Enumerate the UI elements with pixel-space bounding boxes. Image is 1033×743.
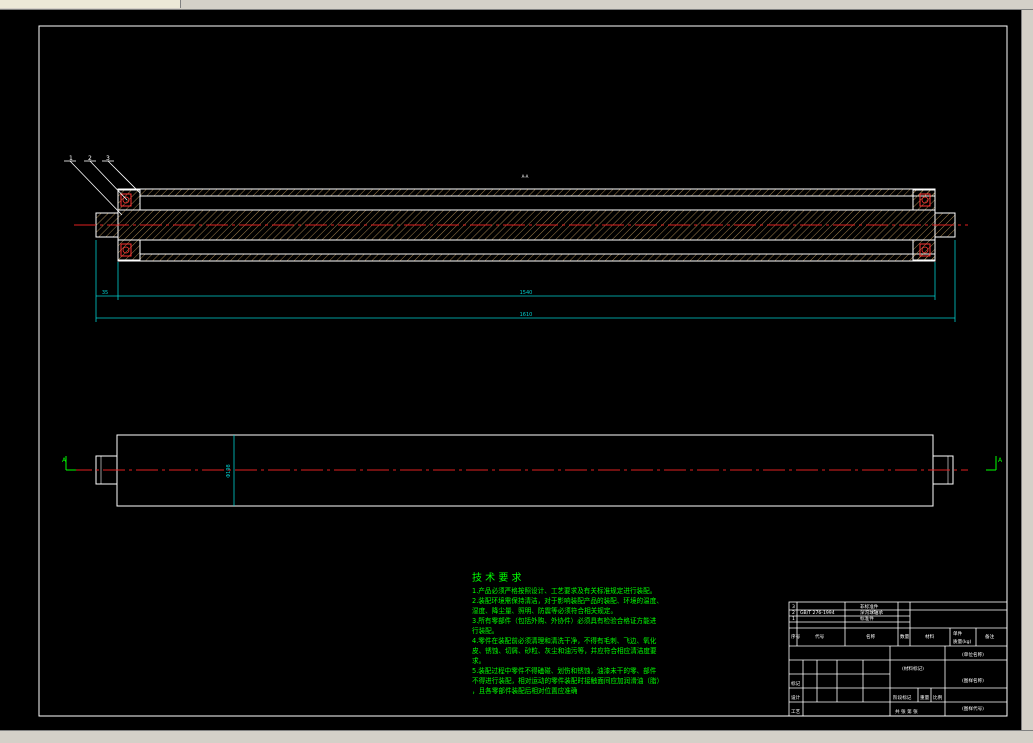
bearing-right-top — [912, 189, 936, 211]
tech-req-line: 1.产品必须严格按照设计、工艺要求及有关标准规定进行装配。 — [472, 586, 656, 595]
part-label-2: 2 — [88, 155, 92, 162]
tb-row-name: 非标准件 — [860, 603, 879, 610]
tb-header: 单件 — [953, 630, 963, 637]
dim-overall-length: 1610 — [520, 312, 533, 318]
tb-header: 名称 — [866, 633, 876, 640]
vertical-scrollbar[interactable] — [1021, 10, 1033, 730]
tech-req-line: 行装配。 — [472, 626, 498, 635]
tech-req-line: 不得进行装配，相对运动的零件装配时接触面间应加润滑油（脂） — [472, 676, 663, 685]
tb-row-name: 深沟球轴承 — [860, 609, 883, 616]
tech-req-lines: 1.产品必须严格按照设计、工艺要求及有关标准规定进行装配。 2.装配环境需保持清… — [472, 586, 663, 695]
dimension-lines — [95, 240, 956, 322]
tb-row-no: 3 — [792, 604, 795, 610]
tb-row-name: 标准件 — [860, 615, 874, 622]
part-label-1: 1 — [69, 155, 73, 162]
tb-row-code: GB/T 276-1994 — [800, 610, 835, 616]
shell-top-wall — [139, 188, 936, 197]
tech-req-line: 3.所有零部件（包括外购、外协件）必须具有检验合格证方能进 — [472, 616, 657, 625]
tb-label: 共 张 第 张 — [895, 708, 918, 715]
section-label: A-A — [522, 174, 529, 179]
tech-req-line: 2.装配环境需保持清洁，对于影响装配产品的装配、环境的温度、 — [472, 596, 663, 605]
tb-header: 材料 — [925, 633, 935, 640]
tb-header: 代号 — [815, 633, 825, 640]
tech-req-line: 湿度、降尘量、照明、防震等必须符合相关规定。 — [472, 606, 617, 615]
dim-inner-length: 1540 — [520, 290, 533, 296]
tb-label: 重量 — [920, 694, 930, 701]
dim-diameter: Φ198 — [226, 464, 232, 477]
tb-label: 设计 — [791, 694, 801, 701]
tech-req-line: ，且各零部件装配后相对位置应准确 — [472, 686, 578, 695]
tech-req-line: 4.零件在装配前必须清理和清洗干净，不得有毛刺、飞边、氧化 — [472, 636, 657, 645]
part-label-3: 3 — [106, 155, 110, 162]
tb-material: (材料标记) — [902, 665, 924, 672]
tech-req-line: 皮、锈蚀、切屑、砂粒、灰尘和油污等，并应符合相应清洁度要 — [472, 646, 657, 655]
cad-drawing: A-A 1 2 3 35 1540 1610 Φ198 A A 技 术 要 求 … — [38, 25, 1008, 717]
tb-header: 备注 — [985, 633, 995, 640]
title-block-text: 3 非标准件 2 GB/T 276-1994 深沟球轴承 1 标准件 序号 代号… — [791, 603, 995, 715]
section-mark-right: A — [998, 457, 1003, 464]
section-marks — [65, 456, 997, 471]
tb-label: 标记 — [791, 680, 801, 687]
tech-req-line: 5.装配过程中零件不得磕碰、划伤和锈蚀，油漆未干的零、部件 — [472, 666, 657, 675]
toolbar-segment-2[interactable] — [60, 0, 131, 8]
dim-left-offset: 35 — [102, 290, 108, 296]
tb-row-no: 2 — [792, 610, 795, 616]
tb-drawing-code: (图样代号) — [962, 705, 984, 712]
drawing-canvas[interactable]: A-A 1 2 3 35 1540 1610 Φ198 A A 技 术 要 求 … — [0, 10, 1021, 730]
toolbar-segment-3[interactable] — [130, 0, 181, 8]
tech-req-title: 技 术 要 求 — [472, 571, 522, 584]
shell-bottom-wall — [139, 253, 936, 262]
tb-unit: (单位名称) — [962, 651, 984, 658]
tb-row-no: 1 — [792, 616, 795, 622]
tb-weight: 质量(kg) — [953, 638, 972, 645]
tb-header: 序号 — [791, 633, 801, 640]
bearing-right-bottom — [912, 239, 936, 261]
top-toolbar — [0, 0, 1033, 10]
horizontal-scrollbar[interactable] — [0, 730, 1033, 743]
tb-drawing-name: (图样名称) — [962, 677, 984, 684]
tb-header: 数量 — [900, 633, 910, 640]
tech-req-line: 求。 — [472, 656, 485, 665]
toolbar-segment-1[interactable] — [0, 0, 61, 8]
tb-label: 阶段标记 — [893, 694, 912, 701]
tb-label: 工艺 — [791, 709, 801, 715]
tb-label: 比例 — [933, 694, 943, 701]
